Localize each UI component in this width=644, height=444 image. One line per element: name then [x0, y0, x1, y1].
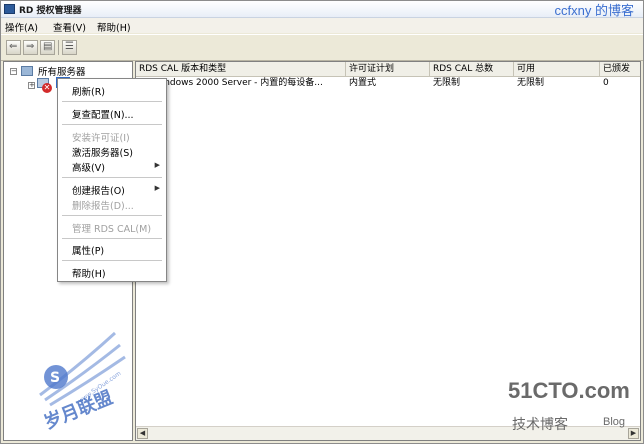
menu-action[interactable]: 操作(A)	[5, 20, 38, 34]
column-header-version[interactable]: RDS CAL 版本和类型	[136, 62, 346, 76]
menu-item-create-report[interactable]: 创建报告(O)	[72, 183, 125, 197]
submenu-arrow-icon: ▶	[154, 184, 160, 192]
rd-license-icon	[4, 4, 15, 14]
menu-separator	[62, 101, 162, 102]
cell-total: 无限制	[433, 78, 461, 88]
watermark-blog-title: ccfxny 的博客	[554, 3, 634, 18]
window-title: RD 授权管理器	[19, 6, 82, 16]
show-hide-tree-button[interactable]: ▤	[40, 40, 55, 55]
menu-separator	[62, 177, 162, 178]
cell-issued: 0	[603, 78, 609, 88]
menu-separator	[62, 260, 162, 261]
back-icon: ⇐	[9, 41, 18, 52]
menu-item-install-licenses[interactable]: 安装许可证(I)	[72, 130, 130, 144]
tree-expand-icon[interactable]: +	[28, 82, 35, 89]
watermark-blog-cn: 技术博客	[512, 417, 568, 433]
cell-plan: 内置式	[349, 78, 377, 88]
column-header-issued[interactable]: 已颁发	[600, 62, 640, 76]
cell-available: 无限制	[517, 78, 545, 88]
scroll-right-icon[interactable]: ▶	[628, 428, 639, 439]
column-header-total[interactable]: RDS CAL 总数	[430, 62, 514, 76]
menu-separator	[62, 238, 162, 239]
column-header-available[interactable]: 可用	[514, 62, 600, 76]
cell-version: Windows 2000 Server - 内置的每设备...	[153, 78, 323, 88]
back-button[interactable]: ⇐	[6, 40, 21, 55]
toolbar: ⇐ ⇒ ▤ ☰	[1, 34, 643, 61]
tree-collapse-icon[interactable]: −	[10, 68, 17, 75]
svg-text:S: S	[50, 370, 60, 386]
menu-item-help[interactable]: 帮助(H)	[72, 266, 106, 280]
server-group-icon	[21, 66, 33, 76]
menu-item-activate-server[interactable]: 激活服务器(S)	[72, 145, 133, 159]
menu-item-refresh[interactable]: 刷新(R)	[72, 84, 105, 98]
menu-item-review-config[interactable]: 复查配置(N)...	[72, 107, 134, 121]
forward-button[interactable]: ⇒	[23, 40, 38, 55]
menu-item-properties[interactable]: 属性(P)	[72, 243, 104, 257]
column-header-plan[interactable]: 许可证计划	[346, 62, 430, 76]
column-header-row: RDS CAL 版本和类型 许可证计划 RDS CAL 总数 可用 已颁发	[136, 62, 640, 77]
title-bar: RD 授权管理器	[1, 1, 643, 18]
menu-item-manage-rds-cals[interactable]: 管理 RDS CAL(M)	[72, 221, 151, 235]
context-menu: 刷新(R) 复查配置(N)... 安装许可证(I) 激活服务器(S) 高级(V)…	[57, 78, 167, 282]
menu-view[interactable]: 查看(V)	[53, 20, 86, 34]
show-hide-tree-icon: ▤	[43, 41, 53, 52]
menu-help[interactable]: 帮助(H)	[97, 20, 131, 34]
error-status-icon: ✕	[42, 83, 52, 93]
menu-item-delete-report[interactable]: 删除报告(D)...	[72, 198, 134, 212]
table-row[interactable]: Windows 2000 Server - 内置的每设备... 内置式 无限制 …	[136, 77, 640, 90]
watermark-blog-en: Blog	[603, 416, 626, 428]
toolbar-separator	[58, 40, 59, 55]
menu-bar: 操作(A) 查看(V) 帮助(H)	[1, 18, 643, 34]
watermark-site: 51CTO.com	[508, 378, 630, 403]
menu-item-advanced[interactable]: 高级(V)	[72, 160, 105, 174]
menu-separator	[62, 215, 162, 216]
submenu-arrow-icon: ▶	[154, 161, 160, 169]
tree-root-label[interactable]: 所有服务器	[38, 64, 86, 78]
list-view-icon: ☰	[65, 41, 74, 52]
list-view-button[interactable]: ☰	[62, 40, 77, 55]
menu-separator	[62, 124, 162, 125]
forward-icon: ⇒	[26, 41, 35, 52]
